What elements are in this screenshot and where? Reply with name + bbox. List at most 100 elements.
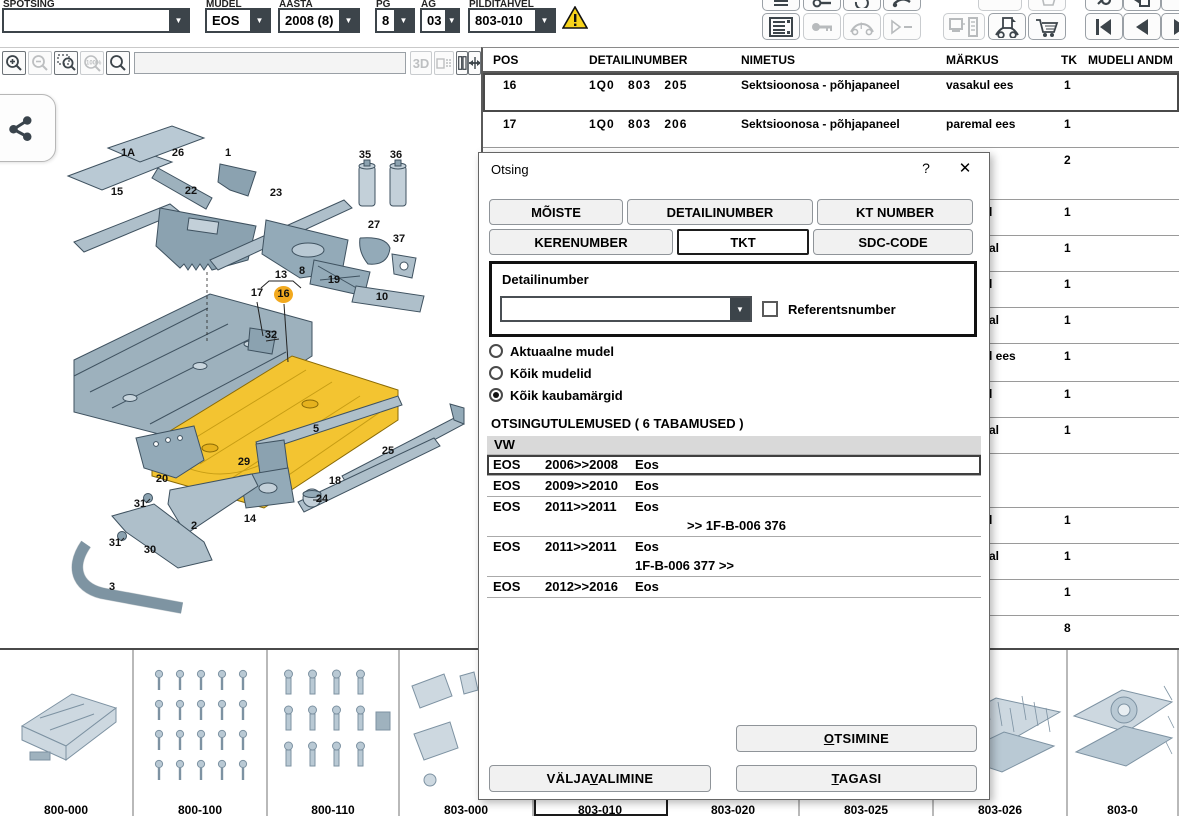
- first-board-button[interactable]: [1085, 13, 1123, 40]
- radio-circle[interactable]: [489, 366, 503, 380]
- callout-13[interactable]: 13: [270, 268, 292, 283]
- vehicle-document-button[interactable]: [988, 13, 1026, 40]
- callout-5[interactable]: 5: [305, 422, 327, 437]
- previous-board-button[interactable]: [1123, 13, 1161, 40]
- year-select[interactable]: 2008 (8)▼: [278, 8, 360, 33]
- callout-35[interactable]: 35: [354, 148, 376, 163]
- warning-icon[interactable]: [562, 6, 588, 35]
- parts-list-button[interactable]: [762, 13, 800, 40]
- search-tab-sdc-code[interactable]: SDC-CODE: [813, 229, 973, 255]
- callout-26[interactable]: 26: [167, 146, 189, 161]
- board-thumbnail-800-110[interactable]: 800-110: [268, 650, 400, 816]
- chevron-down-icon[interactable]: ▼: [730, 298, 750, 320]
- callout-17[interactable]: 17: [246, 286, 268, 301]
- radio-k-ik-kaubam-rgid[interactable]: Kõik kaubamärgid: [489, 387, 623, 403]
- callout-27[interactable]: 27: [363, 218, 385, 233]
- wrench-button[interactable]: [1085, 0, 1123, 11]
- board-thumbnail-803-0[interactable]: 803-0: [1068, 650, 1179, 816]
- result-row[interactable]: EOS2011>>2011Eos: [487, 497, 981, 517]
- result-row[interactable]: EOS2012>>2016Eos: [487, 577, 981, 597]
- chevron-down-icon[interactable]: ▼: [445, 10, 458, 31]
- sub-group-select[interactable]: 03▼: [420, 8, 460, 33]
- callout-18[interactable]: 18: [324, 474, 346, 489]
- chevron-down-icon[interactable]: ▼: [169, 10, 188, 31]
- model-select[interactable]: EOS▼: [205, 8, 271, 33]
- board-thumbnail-800-000[interactable]: 800-000: [0, 650, 134, 816]
- help-button[interactable]: ?: [915, 160, 937, 176]
- chevron-down-icon[interactable]: ▼: [339, 10, 358, 31]
- chevron-down-icon[interactable]: ▼: [394, 10, 413, 31]
- callout-19[interactable]: 19: [323, 273, 345, 288]
- document-return-button[interactable]: [1123, 0, 1161, 11]
- refresh-button[interactable]: [843, 0, 881, 11]
- callout-1[interactable]: 1: [217, 146, 239, 161]
- callout-37[interactable]: 37: [388, 232, 410, 247]
- search-button[interactable]: OTSIMINE: [736, 725, 977, 752]
- radio-circle[interactable]: [489, 388, 503, 402]
- zoom-area-button[interactable]: [54, 51, 78, 75]
- share-panel[interactable]: [0, 94, 56, 162]
- callout-20[interactable]: 20: [151, 472, 173, 487]
- callout-2[interactable]: 2: [183, 519, 205, 534]
- magnifier-button[interactable]: [106, 51, 130, 75]
- part-number-value[interactable]: [502, 298, 730, 320]
- main-group-select[interactable]: 8▼: [375, 8, 415, 33]
- result-row[interactable]: EOS2009>>2010Eos: [487, 476, 981, 496]
- callout-8[interactable]: 8: [291, 264, 313, 279]
- contact-button[interactable]: [883, 0, 921, 11]
- callout-23[interactable]: 23: [265, 186, 287, 201]
- search-tab-m-iste[interactable]: MÕISTE: [489, 199, 623, 225]
- callout-25[interactable]: 25: [377, 444, 399, 459]
- table-row[interactable]: 171Q0 803 206Sektsioonosa - põhjapaneelp…: [483, 112, 1179, 148]
- radio-k-ik-mudelid[interactable]: Kõik mudelid: [489, 365, 592, 381]
- extra-button[interactable]: [1161, 0, 1179, 11]
- quick-search-value[interactable]: [4, 10, 169, 31]
- zoom-in-button[interactable]: [2, 51, 26, 75]
- callout-highlighted-16[interactable]: 16: [274, 286, 293, 303]
- callout-15[interactable]: 15: [106, 185, 128, 200]
- model-value[interactable]: EOS: [207, 10, 250, 31]
- board-thumbnail-800-100[interactable]: 800-100: [134, 650, 268, 816]
- table-row[interactable]: 161Q0 803 205Sektsioonosa - põhjapaneelv…: [483, 73, 1179, 112]
- callout-36[interactable]: 36: [385, 148, 407, 163]
- radio-aktuaalne-mudel[interactable]: Aktuaalne mudel: [489, 343, 614, 359]
- search-tab-tkt[interactable]: TKT: [677, 229, 809, 255]
- callout-30[interactable]: 30: [139, 543, 161, 558]
- split-view-button[interactable]: [456, 51, 468, 75]
- board-value[interactable]: 803-010: [470, 10, 535, 31]
- next-board-button[interactable]: [1161, 13, 1179, 40]
- select-button[interactable]: VÄLJAVALIMINE: [489, 765, 711, 792]
- callout-10[interactable]: 10: [371, 290, 393, 305]
- quick-search-select[interactable]: ▼: [2, 8, 190, 33]
- year-value[interactable]: 2008 (8): [280, 10, 339, 31]
- callout-29[interactable]: 29: [233, 455, 255, 470]
- tools-button[interactable]: [803, 0, 841, 11]
- sub-group-value[interactable]: 03: [422, 10, 445, 31]
- print-button[interactable]: [762, 0, 800, 11]
- field-board: PILDITAHVEL803-010▼: [468, 8, 556, 34]
- result-row[interactable]: EOS2006>>2008Eos: [487, 455, 981, 475]
- fit-width-button[interactable]: [468, 51, 481, 75]
- callout-31[interactable]: 31: [129, 497, 151, 512]
- back-button[interactable]: TAGASI: [736, 765, 977, 792]
- callout-1A[interactable]: 1A: [117, 146, 139, 161]
- search-tab-kerenumber[interactable]: KERENUMBER: [489, 229, 673, 255]
- board-select[interactable]: 803-010▼: [468, 8, 556, 33]
- close-icon[interactable]: ✕: [953, 159, 977, 177]
- search-tab-detailinumber[interactable]: DETAILINUMBER: [627, 199, 813, 225]
- part-number-combobox[interactable]: ▼: [500, 296, 752, 322]
- callout-24[interactable]: 24: [311, 492, 333, 507]
- callout-22[interactable]: 22: [180, 184, 202, 199]
- chevron-down-icon[interactable]: ▼: [535, 10, 554, 31]
- radio-circle[interactable]: [489, 344, 503, 358]
- cart-button[interactable]: [1028, 13, 1066, 40]
- callout-3[interactable]: 3: [101, 580, 123, 595]
- main-group-value[interactable]: 8: [377, 10, 394, 31]
- search-tab-kt-number[interactable]: KT NUMBER: [817, 199, 973, 225]
- result-row[interactable]: EOS2011>>2011Eos: [487, 537, 981, 557]
- reference-number-checkbox[interactable]: [762, 301, 778, 317]
- chevron-down-icon[interactable]: ▼: [250, 10, 269, 31]
- callout-32[interactable]: 32: [260, 328, 282, 343]
- callout-14[interactable]: 14: [239, 512, 261, 527]
- callout-31[interactable]: 31: [104, 536, 126, 551]
